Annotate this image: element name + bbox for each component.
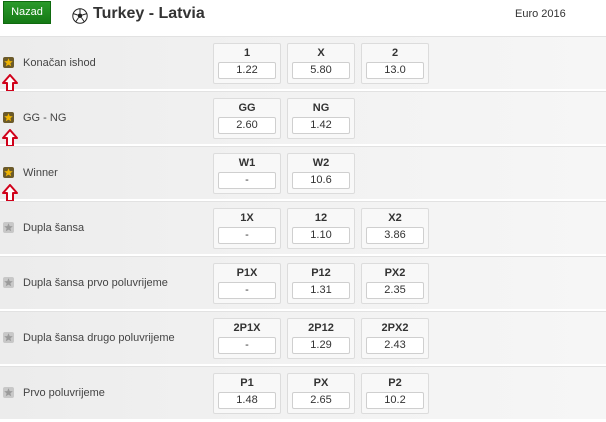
odds-button[interactable]: X 5.80: [287, 43, 355, 84]
odds-name: P2: [388, 377, 402, 389]
odds-name: GG: [238, 102, 256, 114]
market-label: Winner: [23, 167, 58, 179]
odds-value: 1.22: [218, 62, 276, 79]
match-title: Turkey - Latvia: [93, 5, 205, 22]
odds-name: X: [317, 47, 325, 59]
market-label: Prvo poluvrijeme: [23, 387, 105, 399]
odds-value: 1.10: [292, 227, 350, 244]
soccer-ball-icon: [72, 8, 88, 24]
odds-name: P12: [311, 267, 331, 279]
odds-value: -: [218, 172, 276, 189]
favorite-star-icon[interactable]: [3, 57, 14, 68]
odds-value: 3.86: [366, 227, 424, 244]
odds-value: 10.2: [366, 392, 424, 409]
odds-button[interactable]: PX 2.65: [287, 373, 355, 414]
odds-name: 1X: [240, 212, 254, 224]
favorite-star-icon[interactable]: [3, 167, 14, 178]
odds-button[interactable]: 2P1X -: [213, 318, 281, 359]
favorite-star-icon[interactable]: [3, 222, 14, 233]
odds-button[interactable]: P2 10.2: [361, 373, 429, 414]
odds-button[interactable]: 1X -: [213, 208, 281, 249]
odds-button[interactable]: 12 1.10: [287, 208, 355, 249]
favorite-star-icon[interactable]: [3, 332, 14, 343]
odds-value: 2.60: [218, 117, 276, 134]
odds-button[interactable]: P12 1.31: [287, 263, 355, 304]
market-row: Dupla šansa 1X -12 1.10 X2 3.86: [0, 201, 606, 254]
odds-value: 1.31: [292, 282, 350, 299]
odds-name: P1: [240, 377, 254, 389]
odds-button[interactable]: GG 2.60: [213, 98, 281, 139]
up-arrow-icon: [2, 129, 18, 147]
odds-name: W2: [312, 157, 330, 169]
odds-name: 2P1X: [233, 322, 261, 334]
odds-name: W1: [238, 157, 256, 169]
back-button[interactable]: Nazad: [3, 1, 51, 24]
market-label: Dupla šansa drugo poluvrijeme: [23, 332, 175, 344]
match-header: Nazad Turkey - Latvia Euro 2016: [0, 0, 606, 32]
odds-value: 1.42: [292, 117, 350, 134]
odds-button[interactable]: X2 3.86: [361, 208, 429, 249]
odds-name: P1X: [236, 267, 258, 279]
market-row: Prvo poluvrijeme P1 1.48 PX 2.65 P2 10.2: [0, 366, 606, 419]
odds-value: 2.65: [292, 392, 350, 409]
market-row: Konačan ishod 1 1.22 X 5.80 2 13.0: [0, 36, 606, 92]
tournament-label: Euro 2016: [515, 8, 566, 20]
market-row: Dupla šansa prvo poluvrijeme P1X - P12 1.31 P…: [0, 256, 606, 309]
favorite-star-icon[interactable]: [3, 387, 14, 398]
odds-button[interactable]: NG 1.42: [287, 98, 355, 139]
odds-value: 2.43: [366, 337, 424, 354]
up-arrow-icon: [2, 184, 18, 202]
odds-button[interactable]: 2P12 1.29: [287, 318, 355, 359]
odds-button[interactable]: PX2 2.35: [361, 263, 429, 304]
market-label: Konačan ishod: [23, 57, 96, 69]
odds-button[interactable]: P1X -: [213, 263, 281, 304]
odds-value: 5.80: [292, 62, 350, 79]
market-row: GG - NG GG 2.60 NG 1.42: [0, 91, 606, 147]
odds-value: -: [218, 337, 276, 354]
odds-name: PX: [313, 377, 329, 389]
odds-name: 2: [391, 47, 399, 59]
odds-value: 2.35: [366, 282, 424, 299]
odds-value: -: [218, 227, 276, 244]
up-arrow-icon: [2, 74, 18, 92]
market-label: GG - NG: [23, 112, 67, 124]
odds-name: X2: [388, 212, 402, 224]
odds-name: 2PX2: [381, 322, 409, 334]
favorite-star-icon[interactable]: [3, 112, 14, 123]
odds-name: NG: [312, 102, 330, 114]
odds-name: PX2: [384, 267, 406, 279]
market-label: Dupla šansa: [23, 222, 85, 234]
odds-value: 1.48: [218, 392, 276, 409]
market-row: Winner W1 - W2 10.6: [0, 146, 606, 202]
odds-name: 1: [243, 47, 251, 59]
odds-button[interactable]: W1 -: [213, 153, 281, 194]
odds-name: 12: [314, 212, 328, 224]
odds-button[interactable]: 1 1.22: [213, 43, 281, 84]
favorite-star-icon[interactable]: [3, 277, 14, 288]
odds-button[interactable]: 2PX2 2.43: [361, 318, 429, 359]
odds-button[interactable]: P1 1.48: [213, 373, 281, 414]
odds-value: 1.29: [292, 337, 350, 354]
odds-name: 2P12: [308, 322, 334, 334]
odds-value: 13.0: [366, 62, 424, 79]
odds-value: -: [218, 282, 276, 299]
odds-value: 10.6: [292, 172, 350, 189]
odds-button[interactable]: W2 10.6: [287, 153, 355, 194]
market-row: Dupla šansa drugo poluvrijeme 2P1X - 2P12 1.…: [0, 311, 606, 364]
market-label: Dupla šansa prvo poluvrijeme: [23, 277, 168, 289]
odds-button[interactable]: 2 13.0: [361, 43, 429, 84]
